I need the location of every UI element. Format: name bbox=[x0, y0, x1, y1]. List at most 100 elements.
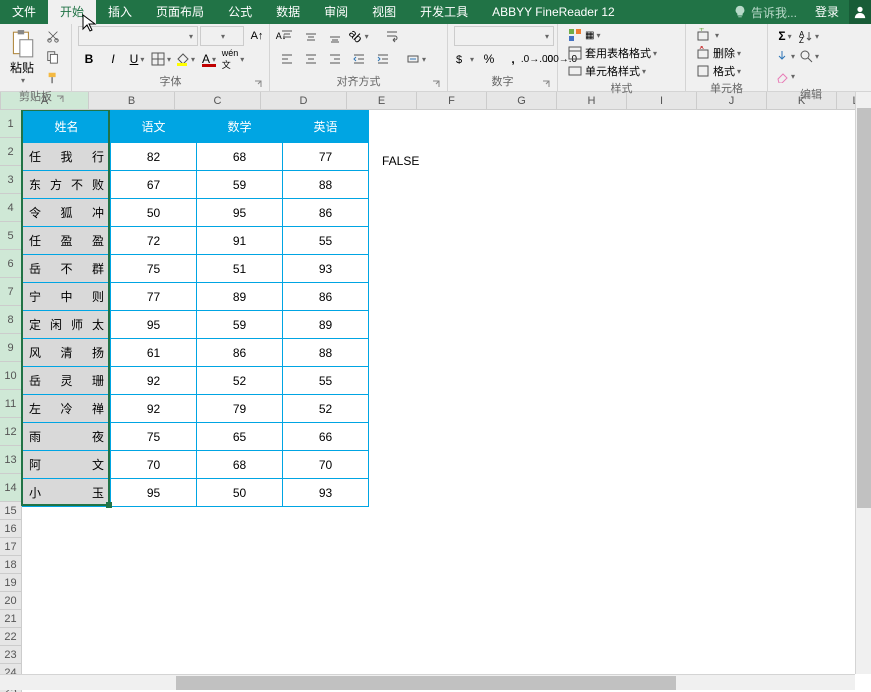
tab-review[interactable]: 审阅 bbox=[312, 0, 360, 24]
row-head-3[interactable]: 3 bbox=[0, 166, 21, 194]
percent-button[interactable]: % bbox=[478, 49, 500, 69]
decrease-indent-button[interactable] bbox=[348, 49, 370, 69]
data-cell[interactable]: 92 bbox=[111, 395, 197, 423]
row-head-20[interactable]: 20 bbox=[0, 592, 21, 610]
data-cell[interactable]: 72 bbox=[111, 227, 197, 255]
data-cell[interactable]: 95 bbox=[197, 199, 283, 227]
table-header[interactable]: 姓名 bbox=[23, 111, 111, 143]
name-cell[interactable]: 风 清 扬 bbox=[23, 339, 111, 367]
italic-button[interactable]: I bbox=[102, 49, 124, 69]
cell-style-button[interactable]: 单元格样式▾ bbox=[564, 62, 650, 80]
data-cell[interactable]: 86 bbox=[197, 339, 283, 367]
bold-button[interactable]: B bbox=[78, 49, 100, 69]
data-cell[interactable]: 79 bbox=[197, 395, 283, 423]
launcher-icon[interactable] bbox=[431, 79, 441, 89]
name-cell[interactable]: 任 我 行 bbox=[23, 143, 111, 171]
launcher-icon[interactable] bbox=[541, 79, 551, 89]
data-cell[interactable]: 82 bbox=[111, 143, 197, 171]
name-cell[interactable]: 宁 中 则 bbox=[23, 283, 111, 311]
table-header[interactable]: 数学 bbox=[197, 111, 283, 143]
data-cell[interactable]: 89 bbox=[197, 283, 283, 311]
name-cell[interactable]: 雨 夜 bbox=[23, 423, 111, 451]
orientation-button[interactable]: ab▾ bbox=[348, 26, 370, 46]
col-head-E[interactable]: E bbox=[347, 92, 417, 109]
sort-filter-button[interactable]: AZ▾ bbox=[798, 26, 820, 46]
align-center-button[interactable] bbox=[300, 49, 322, 69]
data-cell[interactable]: 59 bbox=[197, 311, 283, 339]
cell-value[interactable]: FALSE bbox=[382, 154, 419, 168]
data-cell[interactable]: 75 bbox=[111, 255, 197, 283]
tab-view[interactable]: 视图 bbox=[360, 0, 408, 24]
fill-handle[interactable] bbox=[106, 502, 112, 508]
paste-button[interactable]: 粘贴▾ bbox=[6, 27, 38, 87]
tab-abbyy[interactable]: ABBYY FineReader 12 bbox=[480, 0, 627, 24]
tab-dev[interactable]: 开发工具 bbox=[408, 0, 480, 24]
data-cell[interactable]: 55 bbox=[283, 367, 369, 395]
data-cell[interactable]: 61 bbox=[111, 339, 197, 367]
horizontal-scrollbar[interactable] bbox=[160, 674, 855, 690]
data-cell[interactable]: 75 bbox=[111, 423, 197, 451]
worksheet-grid[interactable]: 姓名语文数学英语任 我 行826877东 方 不 败675988令 狐 冲509… bbox=[22, 110, 871, 692]
name-cell[interactable]: 令 狐 冲 bbox=[23, 199, 111, 227]
data-cell[interactable]: 88 bbox=[283, 339, 369, 367]
launcher-icon[interactable] bbox=[253, 79, 263, 89]
name-cell[interactable]: 岳 灵 珊 bbox=[23, 367, 111, 395]
data-cell[interactable]: 50 bbox=[111, 199, 197, 227]
row-head-7[interactable]: 7 bbox=[0, 278, 21, 306]
data-cell[interactable]: 68 bbox=[197, 143, 283, 171]
row-head-21[interactable]: 21 bbox=[0, 610, 21, 628]
find-button[interactable]: ▾ bbox=[798, 46, 820, 66]
data-cell[interactable]: 95 bbox=[111, 311, 197, 339]
data-cell[interactable]: 70 bbox=[283, 451, 369, 479]
data-cell[interactable]: 77 bbox=[111, 283, 197, 311]
tab-formula[interactable]: 公式 bbox=[216, 0, 264, 24]
insert-cells-button[interactable]: +▾ bbox=[692, 26, 723, 44]
data-cell[interactable]: 86 bbox=[283, 199, 369, 227]
row-head-6[interactable]: 6 bbox=[0, 250, 21, 278]
data-cell[interactable]: 92 bbox=[111, 367, 197, 395]
increase-indent-button[interactable] bbox=[372, 49, 394, 69]
table-header[interactable]: 英语 bbox=[283, 111, 369, 143]
name-cell[interactable]: 小 玉 bbox=[23, 479, 111, 507]
data-cell[interactable]: 70 bbox=[111, 451, 197, 479]
col-head-B[interactable]: B bbox=[89, 92, 175, 109]
autosum-button[interactable]: Σ▾ bbox=[774, 26, 796, 46]
format-cells-button[interactable]: 格式▾ bbox=[692, 62, 745, 80]
data-cell[interactable]: 59 bbox=[197, 171, 283, 199]
name-cell[interactable]: 阿 文 bbox=[23, 451, 111, 479]
row-head-4[interactable]: 4 bbox=[0, 194, 21, 222]
align-middle-button[interactable] bbox=[300, 26, 322, 46]
tab-layout[interactable]: 页面布局 bbox=[144, 0, 216, 24]
row-head-8[interactable]: 8 bbox=[0, 306, 21, 334]
format-painter-button[interactable] bbox=[42, 68, 64, 88]
data-cell[interactable]: 68 bbox=[197, 451, 283, 479]
clear-button[interactable]: ▾ bbox=[774, 66, 796, 86]
row-head-10[interactable]: 10 bbox=[0, 362, 21, 390]
increase-font-button[interactable]: A↑ bbox=[246, 26, 268, 46]
data-cell[interactable]: 89 bbox=[283, 311, 369, 339]
row-head-1[interactable]: 1 bbox=[0, 110, 21, 138]
name-cell[interactable]: 东 方 不 败 bbox=[23, 171, 111, 199]
data-cell[interactable]: 93 bbox=[283, 255, 369, 283]
data-cell[interactable]: 93 bbox=[283, 479, 369, 507]
row-head-13[interactable]: 13 bbox=[0, 446, 21, 474]
data-cell[interactable]: 52 bbox=[283, 395, 369, 423]
row-head-2[interactable]: 2 bbox=[0, 138, 21, 166]
share-button[interactable] bbox=[849, 0, 871, 24]
vertical-scrollbar[interactable] bbox=[855, 92, 871, 674]
table-format-button[interactable]: 套用表格格式▾ bbox=[564, 44, 661, 62]
align-top-button[interactable] bbox=[276, 26, 298, 46]
row-head-12[interactable]: 12 bbox=[0, 418, 21, 446]
data-cell[interactable]: 55 bbox=[283, 227, 369, 255]
align-left-button[interactable] bbox=[276, 49, 298, 69]
conditional-format-button[interactable]: ▦▾ bbox=[564, 26, 604, 44]
col-head-D[interactable]: D bbox=[261, 92, 347, 109]
name-cell[interactable]: 左 冷 禅 bbox=[23, 395, 111, 423]
col-head-F[interactable]: F bbox=[417, 92, 487, 109]
name-cell[interactable]: 定 闲 师 太 bbox=[23, 311, 111, 339]
tab-file[interactable]: 文件 bbox=[0, 0, 48, 24]
data-cell[interactable]: 50 bbox=[197, 479, 283, 507]
col-head-G[interactable]: G bbox=[487, 92, 557, 109]
tab-insert[interactable]: 插入 bbox=[96, 0, 144, 24]
data-cell[interactable]: 52 bbox=[197, 367, 283, 395]
